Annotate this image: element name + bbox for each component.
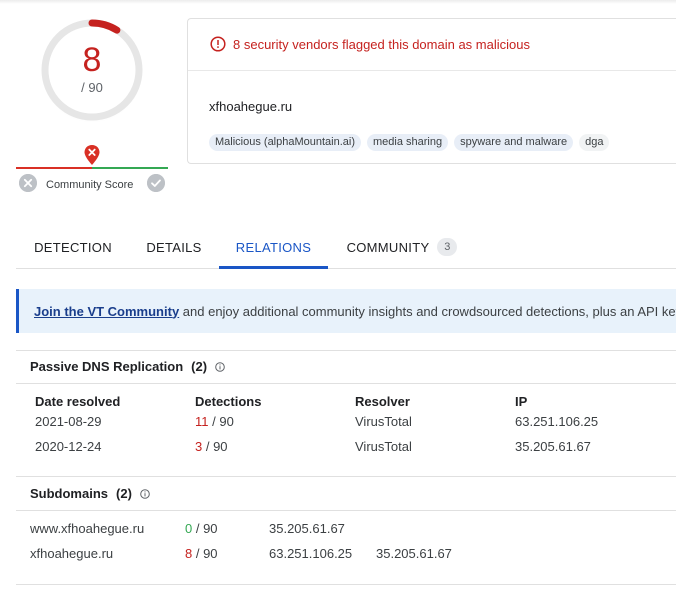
- top-shadow: [0, 0, 676, 4]
- dns-date: 2021-08-29: [35, 414, 102, 429]
- tag-chip[interactable]: media sharing: [367, 134, 449, 151]
- community-bar-positive: [92, 167, 168, 169]
- score-total: / 90: [81, 80, 103, 95]
- subdomain-detections: 0 / 90: [185, 521, 218, 536]
- section-divider: [16, 584, 676, 585]
- tag-chip[interactable]: dga: [579, 134, 610, 151]
- community-banner: Join the VT Community and enjoy addition…: [16, 289, 676, 333]
- close-circle-icon[interactable]: [19, 174, 37, 192]
- dns-detections: 3 / 90: [195, 439, 228, 454]
- tag-chip[interactable]: spyware and malware: [454, 134, 574, 151]
- card-divider: [188, 70, 676, 71]
- section-count: (2): [116, 486, 132, 501]
- section-divider: [16, 510, 676, 511]
- subdomain-ip-link[interactable]: 35.205.61.67: [376, 546, 452, 561]
- tab-label: COMMUNITY: [346, 239, 430, 255]
- detection-count: 11: [195, 414, 209, 429]
- detection-total: / 90: [202, 439, 228, 454]
- section-divider: [16, 476, 676, 477]
- community-count-badge: 3: [437, 238, 458, 256]
- dns-detections: 11 / 90: [195, 414, 234, 429]
- section-divider: [16, 383, 676, 384]
- section-title-text: Subdomains: [30, 486, 109, 501]
- column-header-date[interactable]: Date resolved: [35, 394, 120, 409]
- alert-text: 8 security vendors flagged this domain a…: [233, 36, 530, 52]
- dns-ip-link[interactable]: 63.251.106.25: [515, 414, 598, 429]
- tab-bar: DETECTION DETAILS RELATIONS COMMUNITY 3: [16, 226, 676, 269]
- banner-message: and enjoy additional community insights …: [179, 303, 676, 319]
- subdomains-title: Subdomains (2): [30, 486, 150, 501]
- subdomain-link[interactable]: www.xfhoahegue.ru: [30, 521, 144, 536]
- tab-label: DETECTION: [34, 239, 112, 255]
- subdomain-ip-link[interactable]: 35.205.61.67: [269, 521, 345, 536]
- column-header-detections[interactable]: Detections: [195, 394, 261, 409]
- tag-list: Malicious (alphaMountain.ai) media shari…: [209, 134, 610, 151]
- section-divider: [16, 350, 676, 351]
- tab-label: DETAILS: [146, 239, 202, 255]
- subdomain-detections: 8 / 90: [185, 546, 218, 561]
- detection-total: / 90: [192, 521, 218, 536]
- community-score-label: Community Score: [46, 179, 134, 191]
- error-circle-icon: [210, 36, 226, 52]
- section-title-text: Passive DNS Replication: [30, 359, 184, 374]
- detection-total: / 90: [192, 546, 218, 561]
- dns-ip-link[interactable]: 35.205.61.67: [515, 439, 591, 454]
- tab-details[interactable]: DETAILS: [134, 226, 214, 268]
- dns-resolver: VirusTotal: [355, 439, 412, 454]
- info-icon[interactable]: [140, 488, 150, 499]
- section-count: (2): [191, 359, 208, 374]
- tab-detection[interactable]: DETECTION: [16, 226, 130, 268]
- domain-name[interactable]: xfhoahegue.ru: [209, 99, 292, 114]
- tab-label: RELATIONS: [235, 239, 312, 255]
- dns-resolver: VirusTotal: [355, 414, 412, 429]
- community-score: Community Score: [16, 140, 168, 196]
- subdomain-link[interactable]: xfhoahegue.ru: [30, 546, 113, 561]
- join-community-link[interactable]: Join the VT Community: [34, 304, 179, 319]
- passive-dns-title: Passive DNS Replication (2): [30, 359, 225, 374]
- info-icon[interactable]: [215, 361, 225, 372]
- banner-text: Join the VT Community and enjoy addition…: [34, 304, 676, 319]
- column-header-resolver[interactable]: Resolver: [355, 394, 410, 409]
- map-pin-x-icon: [84, 145, 100, 165]
- malicious-alert: 8 security vendors flagged this domain a…: [210, 36, 530, 52]
- check-circle-icon[interactable]: [147, 174, 165, 192]
- detection-score-gauge: 8 / 90: [40, 18, 144, 122]
- subdomain-ip-link[interactable]: 63.251.106.25: [269, 546, 352, 561]
- community-bar-negative: [16, 167, 92, 169]
- column-header-ip[interactable]: IP: [515, 394, 527, 409]
- domain-info-card: 8 security vendors flagged this domain a…: [187, 18, 676, 164]
- tab-community[interactable]: COMMUNITY 3: [334, 226, 470, 268]
- dns-date: 2020-12-24: [35, 439, 102, 454]
- tab-relations[interactable]: RELATIONS: [219, 226, 328, 269]
- score-detections: 8: [82, 41, 102, 79]
- tag-chip[interactable]: Malicious (alphaMountain.ai): [209, 134, 362, 151]
- detection-total: / 90: [208, 414, 234, 429]
